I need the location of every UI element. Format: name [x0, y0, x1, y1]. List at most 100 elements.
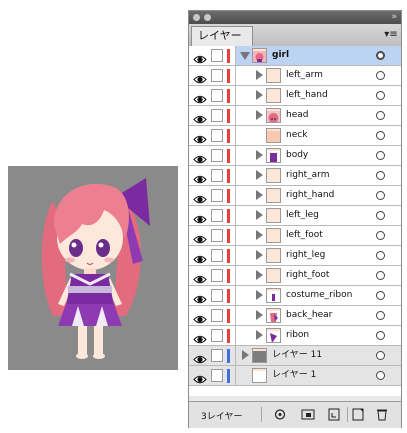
lock-toggle[interactable] [211, 189, 223, 202]
lock-toggle[interactable] [211, 169, 223, 182]
target-icon[interactable] [376, 291, 385, 300]
target-icon[interactable] [376, 191, 385, 200]
eye-icon[interactable] [193, 330, 207, 344]
sublayer-row[interactable]: neck [189, 126, 401, 146]
disclosure-closed-icon[interactable] [256, 90, 263, 100]
layer-name-cell[interactable]: girl [235, 46, 401, 65]
layer-name-cell[interactable]: head [235, 106, 401, 125]
eye-icon[interactable] [193, 70, 207, 84]
eye-icon[interactable] [193, 50, 207, 64]
eye-icon[interactable] [193, 250, 207, 264]
sublayer-row[interactable]: ribon [189, 326, 401, 346]
lock-toggle[interactable] [211, 349, 223, 362]
layer-row[interactable]: girl [189, 46, 401, 66]
artboard-canvas[interactable] [8, 166, 178, 370]
disclosure-closed-icon[interactable] [256, 110, 263, 120]
target-icon[interactable] [376, 231, 385, 240]
target-icon[interactable] [376, 171, 385, 180]
layer-name-cell[interactable]: レイヤー 1 [235, 366, 401, 385]
lock-toggle[interactable] [211, 89, 223, 102]
lock-toggle[interactable] [211, 289, 223, 302]
lock-toggle[interactable] [211, 129, 223, 142]
layer-row[interactable]: レイヤー 1 [189, 366, 401, 386]
disclosure-closed-icon[interactable] [256, 190, 263, 200]
layer-name-cell[interactable]: left_hand [235, 86, 401, 105]
layer-name-cell[interactable]: neck [235, 126, 401, 145]
sublayer-row[interactable]: body [189, 146, 401, 166]
lock-toggle[interactable] [211, 249, 223, 262]
layer-name-cell[interactable]: right_arm [235, 166, 401, 185]
target-icon[interactable] [376, 271, 385, 280]
target-icon[interactable] [376, 251, 385, 260]
lock-toggle[interactable] [211, 49, 223, 62]
lock-toggle[interactable] [211, 269, 223, 282]
panel-titlebar[interactable]: » [189, 11, 401, 24]
layer-name-cell[interactable]: back_hear [235, 306, 401, 325]
sublayer-row[interactable]: left_hand [189, 86, 401, 106]
eye-icon[interactable] [193, 170, 207, 184]
disclosure-closed-icon[interactable] [256, 210, 263, 220]
lock-toggle[interactable] [211, 329, 223, 342]
sublayer-row[interactable]: right_arm [189, 166, 401, 186]
disclosure-closed-icon[interactable] [256, 230, 263, 240]
sublayer-row[interactable]: right_foot [189, 266, 401, 286]
layer-row[interactable]: レイヤー 11 [189, 346, 401, 366]
eye-icon[interactable] [193, 270, 207, 284]
layer-name-cell[interactable]: right_foot [235, 266, 401, 285]
layer-name-cell[interactable]: body [235, 146, 401, 165]
target-icon[interactable] [376, 51, 385, 60]
target-icon[interactable] [376, 111, 385, 120]
disclosure-closed-icon[interactable] [256, 330, 263, 340]
new-sublayer-icon[interactable] [327, 408, 341, 421]
delete-layer-icon[interactable] [375, 408, 389, 421]
lock-toggle[interactable] [211, 149, 223, 162]
make-clipping-mask-icon[interactable] [301, 408, 315, 421]
disclosure-closed-icon[interactable] [256, 310, 263, 320]
eye-icon[interactable] [193, 370, 207, 384]
disclosure-closed-icon[interactable] [256, 250, 263, 260]
lock-toggle[interactable] [211, 209, 223, 222]
layer-name-cell[interactable]: left_arm [235, 66, 401, 85]
layer-name-cell[interactable]: left_leg [235, 206, 401, 225]
eye-icon[interactable] [193, 150, 207, 164]
sublayer-row[interactable]: right_hand [189, 186, 401, 206]
sublayer-row[interactable]: left_foot [189, 226, 401, 246]
disclosure-closed-icon[interactable] [256, 170, 263, 180]
eye-icon[interactable] [193, 290, 207, 304]
new-layer-icon[interactable] [351, 408, 365, 421]
target-icon[interactable] [376, 91, 385, 100]
lock-toggle[interactable] [211, 309, 223, 322]
target-icon[interactable] [376, 331, 385, 340]
eye-icon[interactable] [193, 310, 207, 324]
eye-icon[interactable] [193, 350, 207, 364]
disclosure-closed-icon[interactable] [256, 70, 263, 80]
layer-name-cell[interactable]: レイヤー 11 [235, 346, 401, 365]
sublayer-row[interactable]: left_leg [189, 206, 401, 226]
tab-layers[interactable]: レイヤー [191, 26, 253, 46]
eye-icon[interactable] [193, 130, 207, 144]
disclosure-closed-icon[interactable] [256, 270, 263, 280]
target-icon[interactable] [376, 131, 385, 140]
locate-object-icon[interactable] [273, 408, 287, 421]
disclosure-open-icon[interactable] [240, 52, 250, 60]
lock-toggle[interactable] [211, 229, 223, 242]
layer-name-cell[interactable]: costume_ribon [235, 286, 401, 305]
sublayer-row[interactable]: back_hear [189, 306, 401, 326]
minimize-icon[interactable] [204, 14, 211, 21]
layer-name-cell[interactable]: right_leg [235, 246, 401, 265]
collapse-icon[interactable]: » [391, 13, 397, 22]
target-icon[interactable] [376, 311, 385, 320]
target-icon[interactable] [376, 371, 385, 380]
close-icon[interactable] [193, 14, 200, 21]
target-icon[interactable] [376, 71, 385, 80]
eye-icon[interactable] [193, 110, 207, 124]
layer-name-cell[interactable]: ribon [235, 326, 401, 345]
target-icon[interactable] [376, 211, 385, 220]
disclosure-closed-icon[interactable] [242, 350, 249, 360]
sublayer-row[interactable]: right_leg [189, 246, 401, 266]
panel-menu-icon[interactable]: ▾≡ [384, 29, 398, 41]
layer-name-cell[interactable]: right_hand [235, 186, 401, 205]
target-icon[interactable] [376, 151, 385, 160]
lock-toggle[interactable] [211, 69, 223, 82]
layer-name-cell[interactable]: left_foot [235, 226, 401, 245]
